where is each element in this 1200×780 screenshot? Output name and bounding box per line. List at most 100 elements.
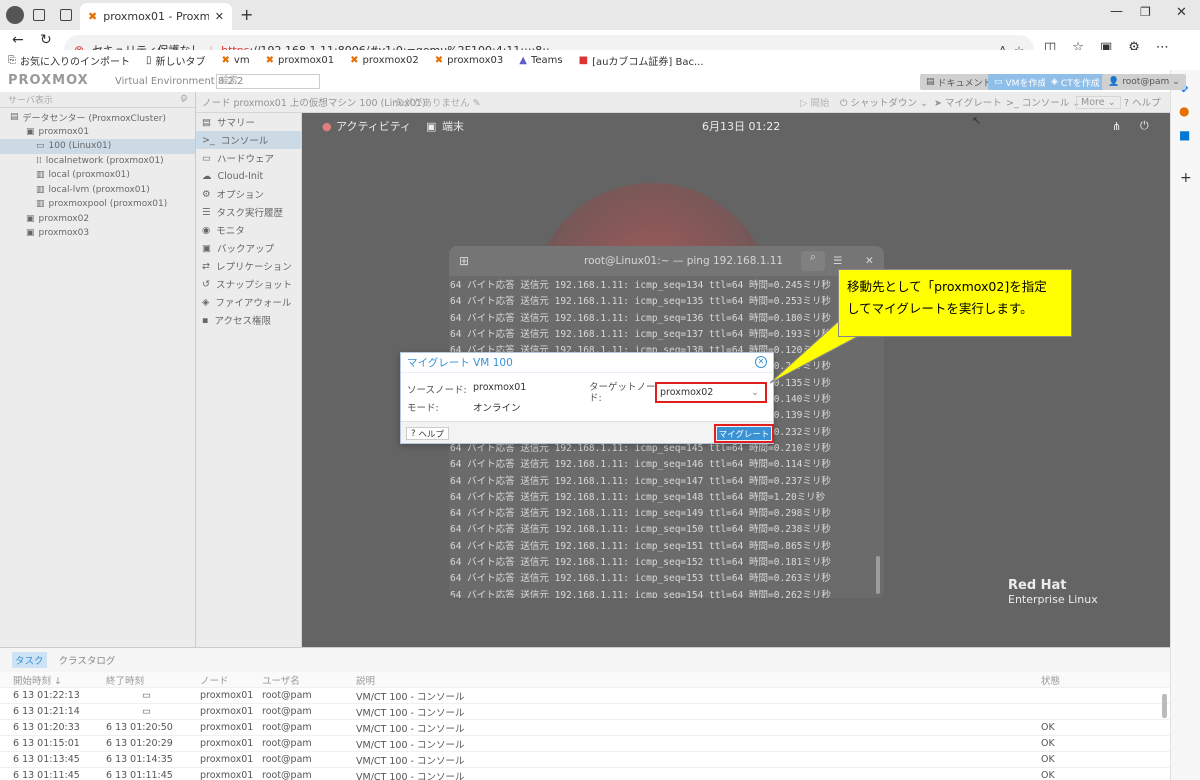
browser-sidebar: ◆ ● ■ +: [1170, 70, 1200, 780]
tab-cluster-log[interactable]: クラスタログ: [59, 653, 116, 667]
table-row[interactable]: 6 13 01:15:01 6 13 01:20:29 proxmox01 root@…: [0, 736, 1170, 752]
source-node-value: proxmox01: [473, 382, 527, 393]
import-icon: ⎘: [8, 54, 16, 66]
table-cell: OK: [1041, 722, 1055, 733]
cube-icon: ◈: [1051, 77, 1058, 87]
table-row[interactable]: 6 13 01:11:45 6 13 01:11:45 proxmox01 root@…: [0, 768, 1170, 780]
table-row[interactable]: 6 13 01:21:14 proxmox01 root@pam VM/CT 100 …: [0, 704, 1170, 720]
table-cell: VM/CT 100 - コンソール: [356, 723, 465, 735]
outlook-icon[interactable]: ■: [1179, 128, 1190, 142]
table-cell: root@pam: [262, 722, 312, 733]
table-cell: OK: [1041, 770, 1055, 780]
bookmark-kabucom[interactable]: ■ [auカブコム証券] Bac...: [579, 53, 704, 68]
table-cell: OK: [1041, 754, 1055, 765]
table-cell: OK: [1041, 738, 1055, 749]
target-node-select[interactable]: proxmox02 ⌄: [655, 382, 767, 403]
col-status[interactable]: 状態: [1041, 673, 1060, 687]
table-cell: proxmox01: [200, 754, 254, 765]
proxmox-icon: ✖: [350, 54, 359, 66]
bookmark-proxmox03[interactable]: ✖ proxmox03: [435, 55, 504, 66]
col-node[interactable]: ノード: [200, 673, 229, 687]
table-cell: 6 13 01:13:45: [13, 754, 80, 765]
tab-actions-icon[interactable]: [60, 9, 72, 21]
proxmox-icon: ✖: [434, 54, 444, 66]
running-monitor-icon: ▭: [142, 690, 151, 701]
documentation-button[interactable]: ▤ ドキュメント: [920, 74, 998, 90]
close-window-icon[interactable]: ✕: [1176, 5, 1187, 20]
dialog-title: マイグレート VM 100: [407, 357, 513, 369]
user-menu-button[interactable]: 👤 root@pam ⌄: [1102, 74, 1186, 90]
profile-avatar[interactable]: [6, 6, 24, 24]
browser-tab-active[interactable]: ✖ proxmox01 - Proxmox Virtual Env ✕: [80, 3, 232, 30]
help-icon: ?: [411, 428, 416, 439]
col-description[interactable]: 説明: [356, 673, 375, 687]
table-row[interactable]: 6 13 01:22:13 proxmox01 root@pam VM/CT 100 …: [0, 688, 1170, 704]
proxmox-favicon-icon: ✖: [88, 10, 98, 23]
dialog-header: マイグレート VM 100 ✕: [401, 353, 773, 373]
target-node-label: ターゲットノー ド:: [589, 382, 656, 404]
table-cell: root@pam: [262, 706, 312, 717]
table-cell: 6 13 01:11:45: [13, 770, 80, 780]
maximize-icon[interactable]: ❐: [1140, 5, 1151, 19]
page-icon: ▯: [146, 54, 152, 66]
log-rows: 6 13 01:22:13 proxmox01 root@pam VM/CT 100 …: [0, 688, 1170, 780]
user-icon: 👤: [1108, 77, 1120, 87]
table-cell: root@pam: [262, 754, 312, 765]
col-end-time[interactable]: 終了時刻: [106, 673, 144, 687]
table-cell: 6 13 01:15:01: [13, 738, 80, 749]
office-icon[interactable]: ●: [1179, 104, 1189, 118]
close-tab-icon[interactable]: ✕: [215, 10, 224, 23]
running-monitor-icon: ▭: [142, 706, 151, 717]
search-input[interactable]: 検索: [216, 74, 320, 89]
tab-tasks[interactable]: タスク: [12, 652, 47, 668]
back-icon[interactable]: ←: [12, 32, 24, 48]
bookmark-proxmox01[interactable]: ✖ proxmox01: [266, 55, 335, 66]
table-row[interactable]: 6 13 01:20:33 6 13 01:20:50 proxmox01 root@…: [0, 720, 1170, 736]
proxmox-header: PROXMOX Virtual Environment 8.2.2 検索 ▤ ドキ…: [0, 72, 1186, 92]
mode-label: モード:: [407, 403, 439, 414]
col-user[interactable]: ユーザ名: [262, 673, 300, 687]
add-sidebar-icon[interactable]: +: [1180, 170, 1192, 186]
bookmark-teams[interactable]: ▲ Teams: [519, 55, 562, 66]
log-header: 開始時刻 ↓ 終了時刻 ノード ユーザ名 説明 状態: [0, 672, 1170, 688]
new-tab-icon[interactable]: +: [240, 5, 253, 24]
task-log-panel: タスク クラスタログ 開始時刻 ↓ 終了時刻 ノード ユーザ名 説明 状態 6 …: [0, 647, 1170, 780]
bookmark-vm[interactable]: ✖ vm: [222, 55, 250, 66]
table-cell: 6 13 01:20:33: [13, 722, 80, 733]
callout-line1: 移動先として「proxmox02]を指定: [847, 279, 1047, 294]
bookmark-import[interactable]: ⎘ お気に入りのインポート: [8, 53, 130, 68]
create-ct-button[interactable]: ◈ CTを作成: [1045, 74, 1106, 90]
proxmox-logo: PROXMOX: [8, 73, 89, 88]
migrate-button[interactable]: マイグレート: [714, 424, 774, 443]
minimize-icon[interactable]: —: [1110, 4, 1123, 19]
table-cell: VM/CT 100 - コンソール: [356, 739, 465, 751]
teams-icon: ▲: [519, 54, 527, 66]
bookmark-proxmox02[interactable]: ✖ proxmox02: [350, 55, 419, 66]
bookmarks-bar: ⎘ お気に入りのインポート ▯ 新しいタブ ✖ vm ✖ proxmox01 ✖ prox…: [0, 50, 1200, 70]
refresh-icon[interactable]: ↻: [40, 32, 52, 48]
table-cell: VM/CT 100 - コンソール: [356, 771, 465, 780]
tab-title: proxmox01 - Proxmox Virtual Env: [103, 10, 209, 23]
help-button[interactable]: ? ヘルプ: [406, 427, 450, 440]
table-cell: VM/CT 100 - コンソール: [356, 691, 465, 703]
create-vm-button[interactable]: ▭ VMを作成: [988, 74, 1053, 90]
col-start-time[interactable]: 開始時刻 ↓: [13, 673, 62, 687]
table-cell: proxmox01: [200, 770, 254, 780]
bookmark-newtab[interactable]: ▯ 新しいタブ: [146, 53, 206, 68]
workspaces-icon[interactable]: [33, 9, 45, 21]
table-cell: root@pam: [262, 738, 312, 749]
table-cell: proxmox01: [200, 706, 254, 717]
table-cell: root@pam: [262, 770, 312, 780]
log-scrollbar[interactable]: [1162, 694, 1167, 718]
kabucom-icon: ■: [578, 54, 589, 66]
chevron-down-icon: ⌄: [1172, 77, 1180, 87]
table-cell: 6 13 01:22:13: [13, 690, 80, 701]
monitor-icon: ▭: [994, 77, 1003, 87]
browser-tab-bar: ✖ proxmox01 - Proxmox Virtual Env ✕ + — …: [0, 0, 1200, 30]
table-cell: 6 13 01:21:14: [13, 706, 80, 717]
proxmox-icon: ✖: [221, 54, 230, 66]
book-icon: ▤: [926, 77, 935, 87]
table-cell: proxmox01: [200, 738, 254, 749]
table-row[interactable]: 6 13 01:13:45 6 13 01:14:35 proxmox01 root@…: [0, 752, 1170, 768]
migrate-dialog: マイグレート VM 100 ✕ ソースノード: proxmox01 モード: オ…: [400, 352, 774, 444]
